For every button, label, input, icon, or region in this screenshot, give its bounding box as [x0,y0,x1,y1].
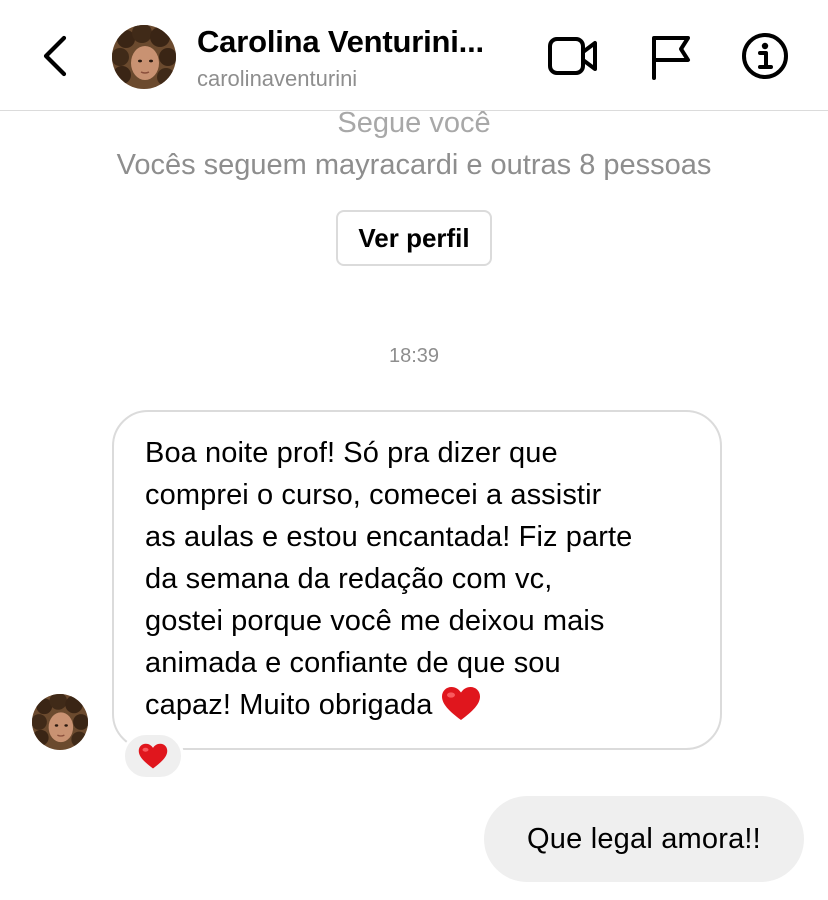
contact-username[interactable]: carolinaventurini [197,66,357,92]
video-call-button[interactable] [548,32,598,82]
info-icon [742,33,788,79]
sent-message-bubble[interactable]: Que legal amora!! [484,796,804,882]
sender-avatar[interactable] [32,694,88,750]
mutual-followers-label: Vocês seguem mayracardi e outras 8 pesso… [116,149,712,181]
flag-icon [652,36,690,80]
back-button[interactable] [36,30,76,82]
received-message-text: Boa noite prof! Só pra dizer que comprei… [145,432,705,726]
red-heart-icon [441,687,480,720]
conversation-info-button[interactable] [740,32,790,82]
direct-message-screen: Carolina Venturini... carolinaventurini … [0,0,828,900]
report-button[interactable] [648,32,698,82]
red-heart-icon [138,743,168,768]
chat-header: Carolina Venturini... carolinaventurini [0,0,828,111]
view-profile-button[interactable]: Ver perfil [336,210,492,266]
message-timestamp: 18:39 [388,345,440,367]
video-camera-icon [548,37,597,75]
contact-avatar[interactable] [112,25,176,89]
chevron-left-icon [43,35,67,77]
follows-you-label: Segue você [337,107,491,139]
sent-message-text: Que legal amora!! [527,822,761,855]
message-reaction[interactable] [122,732,184,780]
contact-name[interactable]: Carolina Venturini... [197,24,517,60]
received-message-body: Boa noite prof! Só pra dizer que comprei… [145,437,633,721]
